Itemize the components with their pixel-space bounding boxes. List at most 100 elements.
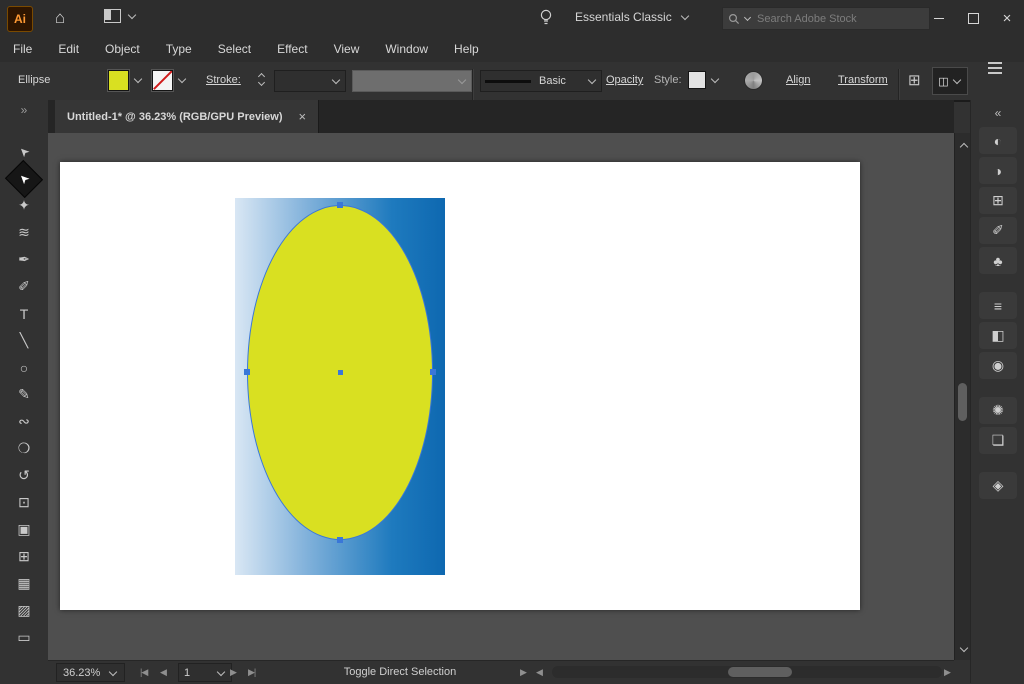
arrange-documents-button[interactable] — [104, 9, 137, 23]
stroke-chevron-icon[interactable] — [178, 75, 186, 83]
paintbrush-tool[interactable]: ✐ — [0, 273, 48, 300]
canvas-area[interactable] — [48, 133, 954, 660]
last-artboard-icon[interactable]: ▶| — [248, 667, 255, 678]
horizontal-scrollbar[interactable] — [552, 666, 942, 678]
dock-options-button[interactable]: ◫ — [932, 67, 968, 95]
illustrator-app-icon[interactable]: Ai — [7, 6, 33, 32]
brush-style-name: Basic — [539, 75, 566, 87]
gradient-tool[interactable]: ▨ — [0, 597, 48, 624]
vertical-scrollbar[interactable] — [954, 133, 971, 660]
stepper-down-icon[interactable] — [258, 78, 265, 85]
perspective-grid-tool[interactable]: ⊞ — [0, 543, 48, 570]
anchor-point-left[interactable] — [244, 369, 250, 375]
zoom-level-dropdown[interactable]: 36.23% — [56, 663, 125, 682]
mesh-tool[interactable]: ▦ — [0, 570, 48, 597]
brush-definition-dropdown[interactable]: Basic — [480, 70, 602, 92]
zoom-level-value: 36.23% — [63, 667, 100, 679]
minimize-button[interactable] — [922, 0, 956, 36]
fill-color-swatch[interactable] — [108, 70, 129, 91]
control-bar: Ellipse Stroke: Basic Opacity Style: Ali… — [0, 62, 1024, 102]
direct-selection-tool[interactable]: ➤ — [0, 165, 48, 192]
status-expand-icon[interactable]: ▶ — [520, 667, 526, 678]
artboard-navigation-dropdown[interactable]: 1 — [178, 663, 232, 682]
menu-item-help[interactable]: Help — [441, 36, 492, 62]
gradient-panel-button[interactable]: ◧ — [979, 322, 1017, 349]
center-point[interactable] — [338, 370, 343, 375]
menu-item-select[interactable]: Select — [205, 36, 264, 62]
maximize-button[interactable] — [956, 0, 990, 36]
stroke-color-swatch[interactable] — [152, 70, 173, 91]
symbols-panel-button[interactable]: ♣ — [979, 247, 1017, 274]
anchor-point-bottom[interactable] — [337, 537, 343, 543]
stroke-weight-label[interactable]: Stroke: — [206, 74, 241, 86]
document-tab[interactable]: Untitled-1* @ 36.23% (RGB/GPU Preview) × — [55, 100, 319, 133]
menu-item-type[interactable]: Type — [153, 36, 205, 62]
tab-close-icon[interactable]: × — [299, 109, 307, 124]
color-panel-button[interactable]: ◐ — [979, 127, 1017, 154]
style-chevron-icon[interactable] — [711, 75, 719, 83]
line-segment-tool-icon: ╲ — [11, 329, 37, 353]
artboard — [60, 162, 860, 610]
artboard-tool[interactable]: ▭ — [0, 624, 48, 651]
layers-panel-button[interactable]: ◈ — [979, 472, 1017, 499]
stroke-weight-dropdown[interactable] — [274, 70, 346, 92]
adobe-stock-search[interactable] — [722, 7, 930, 30]
panel-menu-button[interactable] — [988, 62, 1002, 98]
free-transform-tool[interactable]: ⊡ — [0, 489, 48, 516]
stroke-panel-button[interactable]: ≡ — [979, 292, 1017, 319]
shape-builder-tool-icon: ▣ — [11, 518, 37, 542]
scroll-down-icon[interactable] — [960, 644, 968, 652]
workspace-switcher[interactable]: Essentials Classic — [575, 10, 690, 24]
transform-label[interactable]: Transform — [838, 74, 888, 86]
graphic-style-swatch[interactable] — [688, 71, 706, 89]
isolate-grid-icon[interactable]: ⊞ — [908, 71, 921, 89]
eyedropper-tool-icon: ❍ — [11, 437, 37, 461]
rotate-tool[interactable]: ↺ — [0, 462, 48, 489]
scroll-left-icon[interactable]: ◀ — [536, 667, 542, 678]
expand-panels-icon[interactable]: « — [971, 104, 1024, 124]
shape-builder-tool[interactable]: ▣ — [0, 516, 48, 543]
menu-item-window[interactable]: Window — [372, 36, 441, 62]
ellipse-tool[interactable]: ○ — [0, 354, 48, 381]
transparency-panel-icon: ◉ — [992, 357, 1004, 374]
fill-chevron-icon[interactable] — [134, 75, 142, 83]
type-tool[interactable]: T — [0, 300, 48, 327]
discover-lightbulb-icon[interactable] — [539, 9, 553, 30]
eyedropper-tool[interactable]: ❍ — [0, 435, 48, 462]
color-guide-panel-button[interactable]: ◑ — [979, 157, 1017, 184]
opacity-label[interactable]: Opacity — [606, 74, 643, 86]
home-icon[interactable]: ⌂ — [48, 8, 72, 28]
close-button[interactable]: × — [990, 0, 1024, 36]
brushes-panel-button[interactable]: ✐ — [979, 217, 1017, 244]
scroll-right-icon[interactable]: ▶ — [944, 667, 950, 678]
menu-item-view[interactable]: View — [321, 36, 373, 62]
transparency-panel-button[interactable]: ◉ — [979, 352, 1017, 379]
next-artboard-icon[interactable]: ▶ — [230, 667, 236, 678]
anchor-point-top[interactable] — [337, 202, 343, 208]
pencil-tool[interactable]: ✎ — [0, 381, 48, 408]
scroll-up-icon[interactable] — [960, 143, 968, 151]
status-hint-text: Toggle Direct Selection — [300, 661, 500, 683]
swatches-panel-button[interactable]: ⊞ — [979, 187, 1017, 214]
vertical-scrollbar-thumb[interactable] — [958, 383, 967, 421]
align-label[interactable]: Align — [786, 74, 810, 86]
search-input[interactable] — [755, 12, 899, 26]
chevron-down-icon — [588, 76, 596, 84]
graphic-styles-panel-button[interactable]: ❏ — [979, 427, 1017, 454]
recolor-artwork-icon[interactable] — [744, 71, 763, 90]
shaper-tool[interactable]: ∾ — [0, 408, 48, 435]
expand-tools-icon[interactable]: » — [0, 100, 48, 122]
line-segment-tool[interactable]: ╲ — [0, 327, 48, 354]
previous-artboard-icon[interactable]: ◀ — [160, 667, 166, 678]
anchor-point-right[interactable] — [430, 369, 436, 375]
horizontal-scrollbar-thumb[interactable] — [728, 667, 792, 677]
menu-item-file[interactable]: File — [0, 36, 45, 62]
stroke-weight-stepper[interactable] — [257, 62, 266, 98]
menu-item-edit[interactable]: Edit — [45, 36, 92, 62]
pen-tool[interactable]: ✒ — [0, 246, 48, 273]
lasso-tool[interactable]: ≋ — [0, 219, 48, 246]
menu-item-object[interactable]: Object — [92, 36, 153, 62]
first-artboard-icon[interactable]: |◀ — [140, 667, 147, 678]
appearance-panel-button[interactable]: ✺ — [979, 397, 1017, 424]
menu-item-effect[interactable]: Effect — [264, 36, 320, 62]
